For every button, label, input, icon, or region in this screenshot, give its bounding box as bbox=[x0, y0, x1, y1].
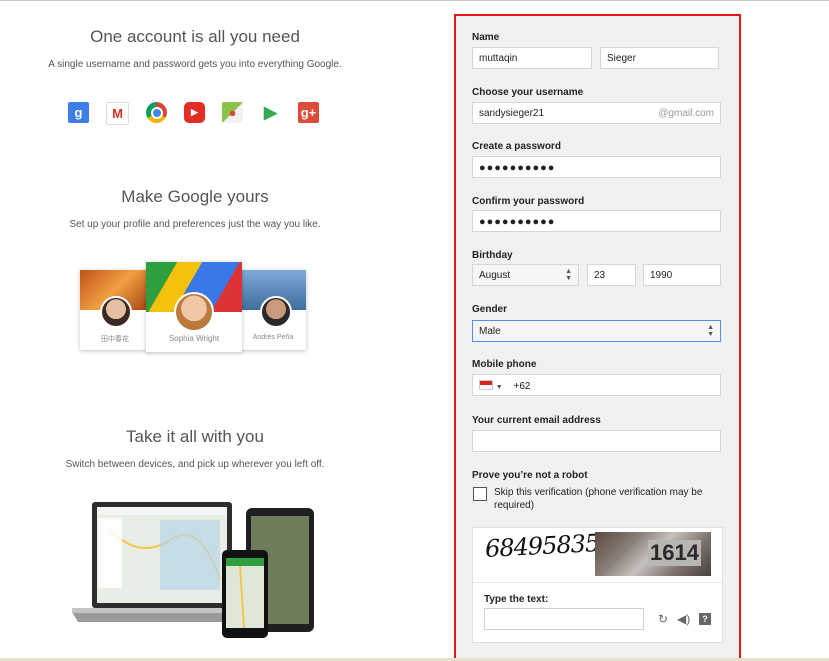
youtube-icon: ▶ bbox=[184, 102, 205, 123]
mobile-phone-label: Mobile phone bbox=[472, 359, 537, 370]
password-input[interactable]: ●●●●●●●●●● bbox=[472, 156, 721, 178]
country-flag-icon[interactable] bbox=[479, 380, 493, 390]
gmail-icon: M bbox=[106, 102, 129, 125]
maps-icon: ● bbox=[222, 102, 243, 123]
birth-day-value: 23 bbox=[594, 270, 606, 281]
mobile-phone-input[interactable]: ▼ +62 bbox=[472, 374, 721, 396]
section-subtitle-account: A single username and password gets you … bbox=[48, 59, 342, 70]
confirm-password-input[interactable]: ●●●●●●●●●● bbox=[472, 210, 721, 232]
captcha-distorted-text: 68495835 bbox=[484, 529, 600, 563]
birth-month-value: August bbox=[479, 270, 511, 281]
google-plus-icon: g+ bbox=[298, 102, 319, 123]
birth-year-value: 1990 bbox=[650, 270, 673, 281]
name-label: Name bbox=[472, 32, 500, 43]
phone-code-value: +62 bbox=[513, 381, 531, 392]
profile-cards: 田中春花 Andrés Peña Sophia Wright bbox=[80, 262, 310, 362]
select-arrows-icon: ▲ ▼ bbox=[707, 324, 714, 338]
profile-card-right: Andrés Peña bbox=[240, 270, 306, 350]
gmail-suffix: @gmail.com bbox=[658, 108, 714, 119]
product-icons-row: g M ▶ ● ▶ g+ bbox=[68, 102, 319, 125]
confirm-password-mask: ●●●●●●●●●● bbox=[479, 216, 556, 228]
username-label: Choose your username bbox=[472, 87, 584, 98]
birthday-label: Birthday bbox=[472, 250, 513, 261]
birth-day-input[interactable]: 23 bbox=[587, 264, 636, 286]
captcha-box: 68495835 1614 Type the text: ↻ ◀) ? bbox=[472, 527, 723, 643]
profile-card-center: Sophia Wright bbox=[146, 262, 242, 352]
help-icon[interactable]: ? bbox=[699, 613, 711, 625]
devices-illustration bbox=[72, 502, 314, 638]
captcha-house-number: 1614 bbox=[648, 540, 701, 566]
gender-select[interactable]: Male ▲ ▼ bbox=[472, 320, 721, 342]
phone-icon bbox=[222, 550, 268, 638]
skip-verification-label: Skip this verification (phone verificati… bbox=[494, 487, 703, 511]
robot-label: Prove you’re not a robot bbox=[472, 470, 588, 481]
username-value: sandysieger21 bbox=[479, 108, 545, 119]
google-search-icon: g bbox=[68, 102, 89, 123]
chrome-icon bbox=[146, 102, 167, 123]
password-label: Create a password bbox=[472, 141, 561, 152]
type-text-label: Type the text: bbox=[484, 594, 549, 605]
refresh-icon[interactable]: ↻ bbox=[658, 612, 668, 626]
section-subtitle-devices: Switch between devices, and pick up wher… bbox=[65, 459, 325, 470]
current-email-label: Your current email address bbox=[472, 415, 601, 426]
current-email-input[interactable] bbox=[472, 430, 721, 452]
select-arrows-icon: ▲ ▼ bbox=[565, 268, 572, 282]
section-title-account: One account is all you need bbox=[90, 27, 300, 46]
signup-form: Name muttaqin Sieger Choose your usernam… bbox=[454, 14, 741, 661]
section-title-personalize: Make Google yours bbox=[121, 187, 269, 206]
section-subtitle-personalize: Set up your profile and preferences just… bbox=[69, 219, 321, 230]
confirm-password-label: Confirm your password bbox=[472, 196, 585, 207]
captcha-divider bbox=[473, 582, 722, 583]
info-column: One account is all you need A single use… bbox=[0, 0, 390, 661]
first-name-input[interactable]: muttaqin bbox=[472, 47, 592, 69]
profile-name-center: Sophia Wright bbox=[168, 334, 220, 343]
flag-dropdown-icon[interactable]: ▼ bbox=[496, 384, 503, 391]
birth-year-input[interactable]: 1990 bbox=[643, 264, 721, 286]
captcha-photo: 1614 bbox=[595, 532, 711, 576]
profile-name-right: Andrés Peña bbox=[252, 334, 294, 341]
password-mask: ●●●●●●●●●● bbox=[479, 162, 556, 174]
first-name-value: muttaqin bbox=[479, 53, 518, 64]
skip-verification-checkbox[interactable] bbox=[473, 487, 487, 501]
username-input[interactable]: sandysieger21 @gmail.com bbox=[472, 102, 721, 124]
profile-name-left: 田中春花 bbox=[101, 336, 129, 343]
profile-card-left: 田中春花 bbox=[80, 270, 150, 350]
last-name-value: Sieger bbox=[607, 53, 636, 64]
audio-icon[interactable]: ◀) bbox=[677, 612, 690, 626]
play-store-icon: ▶ bbox=[263, 102, 278, 122]
captcha-input[interactable] bbox=[484, 608, 644, 630]
gender-label: Gender bbox=[472, 304, 508, 315]
last-name-input[interactable]: Sieger bbox=[600, 47, 719, 69]
section-title-devices: Take it all with you bbox=[126, 427, 264, 446]
birth-month-select[interactable]: August ▲ ▼ bbox=[472, 264, 579, 286]
gender-value: Male bbox=[479, 326, 501, 337]
